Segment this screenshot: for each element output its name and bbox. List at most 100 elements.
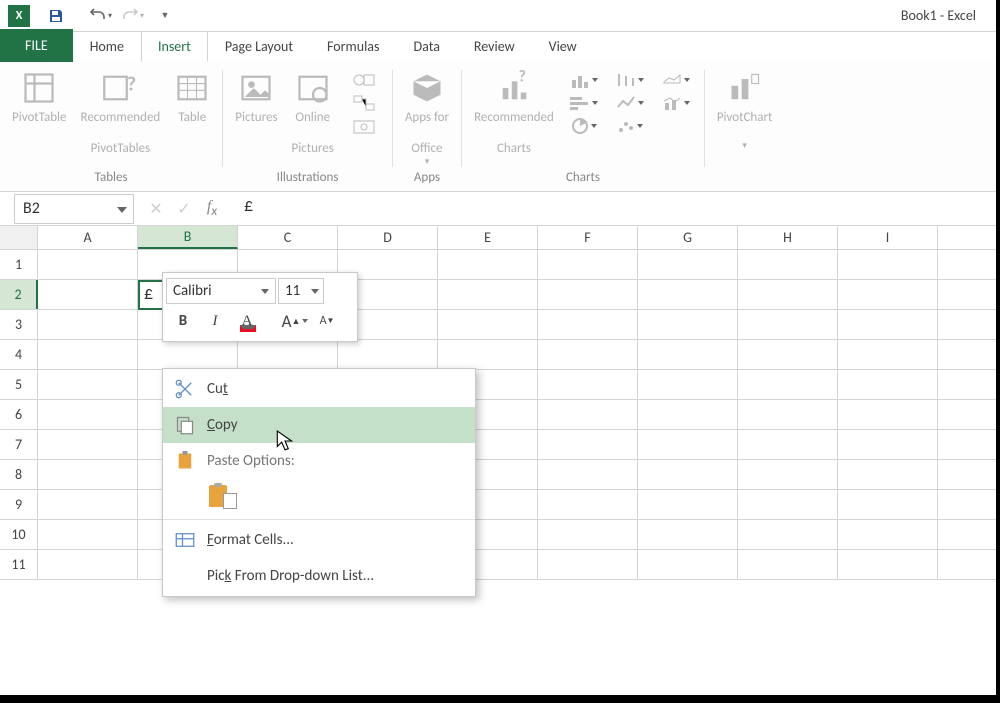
rowheader-7[interactable]: 7	[0, 430, 38, 459]
smartart-button[interactable]	[346, 93, 382, 114]
cell-F6[interactable]	[538, 400, 638, 429]
cell-F4[interactable]	[538, 340, 638, 369]
cell-G5[interactable]	[638, 370, 738, 399]
cell-H6[interactable]	[738, 400, 838, 429]
pick-from-list-menu-item[interactable]: Pick From Drop-down List...	[163, 558, 475, 594]
cell-G1[interactable]	[638, 250, 738, 279]
col-H[interactable]: H	[738, 226, 838, 249]
cell-H5[interactable]	[738, 370, 838, 399]
cell-G6[interactable]	[638, 400, 738, 429]
rowheader-11[interactable]: 11	[0, 550, 38, 579]
cell-E1[interactable]	[438, 250, 538, 279]
pictures-button[interactable]: Pictures	[231, 68, 281, 128]
select-all-corner[interactable]	[0, 226, 38, 249]
bar-chart-button[interactable]	[566, 93, 602, 114]
shrink-font-button[interactable]: A▼	[314, 308, 340, 334]
cell-I9[interactable]	[838, 490, 938, 519]
cell-G4[interactable]	[638, 340, 738, 369]
column-chart-button[interactable]	[566, 70, 602, 91]
table-button[interactable]: Table	[170, 68, 214, 128]
cell-E3[interactable]	[438, 310, 538, 339]
cell-H10[interactable]	[738, 520, 838, 549]
cell-A4[interactable]	[38, 340, 138, 369]
recommended-charts-button[interactable]: ? Recommended Charts	[470, 68, 558, 159]
online-pictures-button[interactable]: Online Pictures	[288, 68, 338, 159]
copy-menu-item[interactable]: Copy	[163, 407, 475, 443]
enter-formula-button[interactable]: ✓	[170, 199, 198, 219]
cell-A10[interactable]	[38, 520, 138, 549]
rowheader-2[interactable]: 2	[0, 280, 38, 309]
pivottable-button[interactable]: PivotTable	[8, 68, 71, 128]
cell-I10[interactable]	[838, 520, 938, 549]
line-chart-button[interactable]	[612, 93, 648, 114]
rowheader-10[interactable]: 10	[0, 520, 38, 549]
combo-chart-button[interactable]	[658, 93, 694, 114]
cell-I8[interactable]	[838, 460, 938, 489]
save-button[interactable]	[42, 4, 70, 28]
cell-A1[interactable]	[38, 250, 138, 279]
scatter-chart-button[interactable]	[612, 115, 648, 136]
tab-view[interactable]: View	[532, 31, 594, 62]
tab-data[interactable]: Data	[397, 31, 457, 62]
cell-F7[interactable]	[538, 430, 638, 459]
cell-F11[interactable]	[538, 550, 638, 579]
cell-H3[interactable]	[738, 310, 838, 339]
col-G[interactable]: G	[638, 226, 738, 249]
apps-for-office-button[interactable]: Apps for Office ▾	[401, 68, 453, 170]
cell-A5[interactable]	[38, 370, 138, 399]
cell-I11[interactable]	[838, 550, 938, 579]
cell-G8[interactable]	[638, 460, 738, 489]
cell-I3[interactable]	[838, 310, 938, 339]
cell-I7[interactable]	[838, 430, 938, 459]
cell-G11[interactable]	[638, 550, 738, 579]
col-E[interactable]: E	[438, 226, 538, 249]
col-A[interactable]: A	[38, 226, 138, 249]
cell-H7[interactable]	[738, 430, 838, 459]
recommended-pivottables-button[interactable]: ? Recommended PivotTables	[77, 68, 165, 159]
cell-E4[interactable]	[438, 340, 538, 369]
cell-I1[interactable]	[838, 250, 938, 279]
rowheader-6[interactable]: 6	[0, 400, 38, 429]
cell-A3[interactable]	[38, 310, 138, 339]
tab-file[interactable]: FILE	[0, 29, 73, 62]
fx-button[interactable]: fx	[198, 198, 226, 219]
cell-H11[interactable]	[738, 550, 838, 579]
rowheader-3[interactable]: 3	[0, 310, 38, 339]
shapes-button[interactable]	[346, 70, 382, 91]
cell-D4[interactable]	[338, 340, 438, 369]
font-color-button[interactable]: A	[234, 308, 260, 334]
cell-C4[interactable]	[238, 340, 338, 369]
cut-menu-item[interactable]: Cut	[163, 371, 475, 407]
cell-E2[interactable]	[438, 280, 538, 309]
formula-input[interactable]: £	[226, 194, 996, 224]
cell-H4[interactable]	[738, 340, 838, 369]
cell-F2[interactable]	[538, 280, 638, 309]
cell-G7[interactable]	[638, 430, 738, 459]
cell-A8[interactable]	[38, 460, 138, 489]
cell-H9[interactable]	[738, 490, 838, 519]
cell-G10[interactable]	[638, 520, 738, 549]
tab-formulas[interactable]: Formulas	[310, 31, 396, 62]
paste-button[interactable]	[207, 483, 237, 509]
cell-F9[interactable]	[538, 490, 638, 519]
cancel-formula-button[interactable]: ✕	[142, 199, 170, 219]
cell-G9[interactable]	[638, 490, 738, 519]
col-I[interactable]: I	[838, 226, 938, 249]
stock-chart-button[interactable]	[612, 70, 648, 91]
cell-G2[interactable]	[638, 280, 738, 309]
cell-B4[interactable]	[138, 340, 238, 369]
col-C[interactable]: C	[238, 226, 338, 249]
cell-H2[interactable]	[738, 280, 838, 309]
font-size-combo[interactable]: 11	[278, 278, 324, 304]
rowheader-8[interactable]: 8	[0, 460, 38, 489]
tab-review[interactable]: Review	[457, 31, 532, 62]
cell-A6[interactable]	[38, 400, 138, 429]
tab-page-layout[interactable]: Page Layout	[208, 31, 310, 62]
rowheader-4[interactable]: 4	[0, 340, 38, 369]
cell-A11[interactable]	[38, 550, 138, 579]
cell-G3[interactable]	[638, 310, 738, 339]
rowheader-9[interactable]: 9	[0, 490, 38, 519]
pie-chart-button[interactable]	[566, 115, 602, 136]
rowheader-1[interactable]: 1	[0, 250, 38, 279]
col-B[interactable]: B	[138, 226, 238, 249]
